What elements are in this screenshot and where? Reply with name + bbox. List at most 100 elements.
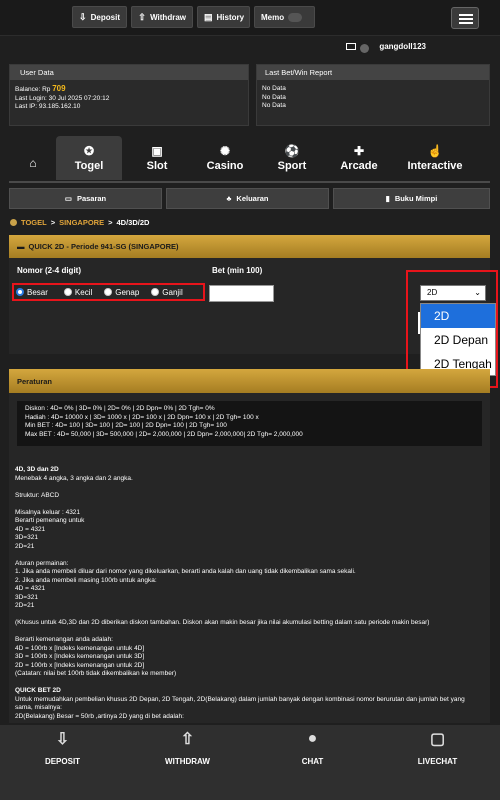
rules-line — [15, 551, 483, 560]
rules-line — [15, 483, 483, 492]
quick-bet-header: ▬ QUICK 2D - Periode 941-SG (SINGAPORE) — [9, 235, 490, 258]
last-bet-row: No Data — [262, 102, 286, 109]
breadcrumb-separator: > — [50, 218, 56, 227]
rules-line: 4D = 4321 — [15, 585, 46, 592]
bottom-deposit-button[interactable]: ⇩ DEPOSIT — [0, 725, 125, 800]
category-divider — [9, 181, 490, 183]
memo-count-badge — [288, 12, 303, 22]
bet-amount-input[interactable] — [209, 285, 274, 302]
last-bet-title: Last Bet/Win Report — [257, 65, 489, 80]
buku-mimpi-button[interactable]: ▮ Buku Mimpi — [333, 188, 490, 209]
rules-line: 2. Jika anda membeli masing 100rb untuk … — [15, 576, 157, 584]
menu-button[interactable] — [451, 7, 479, 29]
pasaran-button[interactable]: ▭ Pasaran — [9, 188, 162, 209]
radio-label: Besar — [27, 287, 48, 297]
bottom-nav-label: LIVECHAT — [417, 757, 458, 766]
radio-circle[interactable] — [104, 288, 113, 296]
breadcrumb: TOGEL > SINGAPORE > 4D/3D/2D — [10, 218, 149, 227]
rules-line: 2D = 100rb x [Indeks kemenangan untuk 2D… — [15, 661, 145, 669]
rules-line — [15, 628, 483, 637]
bet-type-select[interactable]: 2D ⌄ — [420, 285, 486, 301]
mail-icon[interactable] — [346, 43, 357, 50]
rules-body: 4D, 3D dan 2D Menebak 4 angka, 3 angka da… — [15, 466, 483, 721]
memo-label: Memo — [261, 12, 285, 22]
last-bet-panel: Last Bet/Win Report No Data No Data No D… — [256, 64, 490, 126]
bottom-withdraw-button[interactable]: ⇧ WITHDRAW — [125, 725, 250, 800]
radio-circle[interactable] — [63, 288, 72, 296]
casino-icon: ✺ — [219, 144, 231, 158]
rules-line: 4D, 3D dan 2D — [15, 466, 59, 473]
bet-type-dropdown: 2D 2D Depan 2D Tengah — [420, 303, 496, 376]
tab-slot-label: Slot — [146, 160, 168, 172]
deposit-button[interactable]: ⇩ Deposit — [72, 6, 127, 28]
tab-togel-label: Togel — [74, 160, 104, 172]
peraturan-header: Peraturan — [9, 369, 490, 393]
tab-casino[interactable]: ✺ Casino — [199, 136, 251, 180]
bet-label: Bet (min 100) — [212, 266, 263, 275]
deposit-icon: ⇩ — [55, 731, 70, 748]
radio-kecil[interactable]: Kecil — [63, 287, 93, 297]
rules-line — [15, 500, 483, 509]
category-nav: ⌂ ✪ Togel ▣ Slot ✺ Casino ⚽ Sport ✚ Arca… — [9, 136, 490, 182]
peraturan-content: Diskon : 4D= 0% | 3D= 0% | 2D= 0% | 2D D… — [9, 393, 490, 723]
rules-line: Aturan permainan: — [15, 559, 69, 567]
memo-button[interactable]: Memo — [254, 6, 315, 28]
summary-line: Min BET : 4D= 100 | 3D= 100 | 2D= 100 | … — [25, 422, 227, 429]
breadcrumb-separator: > — [108, 218, 113, 227]
tab-interactive[interactable]: ☝ Interactive — [403, 136, 467, 180]
radio-circle[interactable] — [151, 288, 160, 296]
breadcrumb-market[interactable]: SINGAPORE — [59, 218, 104, 227]
keluaran-button[interactable]: ♣ Keluaran — [166, 188, 329, 209]
tab-togel[interactable]: ✪ Togel — [56, 136, 122, 180]
dropdown-option-2d-depan[interactable]: 2D Depan — [421, 328, 495, 352]
rules-line — [15, 611, 483, 620]
withdraw-label: Withdraw — [150, 12, 186, 22]
home-icon: ⌂ — [29, 156, 37, 170]
rules-line: 2D=21 — [15, 602, 35, 609]
rules-line: 3D=321 — [15, 593, 38, 601]
tab-home[interactable]: ⌂ — [17, 136, 49, 180]
rules-line: 3D=321 — [15, 534, 38, 541]
pasaran-icon: ▭ — [64, 194, 72, 203]
tab-arcade[interactable]: ✚ Arcade — [333, 136, 385, 180]
peraturan-title: Peraturan — [17, 376, 53, 386]
dropdown-option-2d[interactable]: 2D — [421, 304, 495, 328]
tab-casino-label: Casino — [206, 160, 244, 172]
rules-line: 3D = 100rb x [Indeks kemenangan untuk 3D… — [15, 653, 145, 660]
top-bar: ⇩ Deposit ⇧ Withdraw ▤ History Memo — [0, 0, 500, 36]
interactive-icon: ☝ — [427, 144, 443, 158]
chat-icon: ● — [307, 730, 318, 747]
hamburger-icon-line — [459, 22, 473, 24]
deposit-label: Deposit — [90, 12, 120, 22]
rules-line: 2D(Belakang) Besar = 50rb ,artinya 2D ya… — [15, 712, 184, 720]
bottom-livechat-button[interactable]: ▢ LIVECHAT — [375, 725, 500, 800]
history-button[interactable]: ▤ History — [197, 6, 250, 28]
radio-circle[interactable] — [16, 288, 24, 296]
balance-row: Balance: Rp 709 — [15, 84, 248, 95]
history-icon: ▤ — [204, 12, 213, 22]
radio-label: Kecil — [74, 287, 93, 297]
tab-sport[interactable]: ⚽ Sport — [264, 136, 320, 180]
rules-line — [15, 679, 483, 688]
summary-line: Diskon : 4D= 0% | 3D= 0% | 2D= 0% | 2D D… — [25, 405, 215, 412]
bottom-nav-label: DEPOSIT — [44, 757, 81, 766]
history-label: History — [216, 12, 245, 22]
rules-line: Berarti pemenang untuk — [15, 517, 85, 524]
tab-arcade-label: Arcade — [340, 160, 378, 172]
rules-line: Untuk memudahkan pembelian khusus 2D Dep… — [15, 695, 467, 712]
balance-value: 709 — [52, 84, 66, 93]
hamburger-icon-line — [459, 18, 473, 20]
bottom-chat-button[interactable]: ● CHAT — [250, 725, 375, 800]
select-value: 2D — [427, 288, 438, 297]
rules-line: 2D=21 — [15, 542, 35, 550]
radio-ganjil[interactable]: Ganjil — [151, 288, 183, 297]
radio-besar[interactable]: Besar — [16, 288, 48, 297]
buku-mimpi-label: Buku Mimpi — [394, 194, 438, 203]
withdraw-button[interactable]: ⇧ Withdraw — [131, 6, 193, 28]
breadcrumb-togel[interactable]: TOGEL — [21, 218, 47, 227]
slot-icon: ▣ — [151, 144, 163, 158]
last-bet-row: No Data — [262, 93, 286, 101]
tab-slot[interactable]: ▣ Slot — [134, 136, 180, 180]
radio-genap[interactable]: Genap — [104, 288, 139, 297]
withdraw-icon: ⇧ — [138, 12, 146, 22]
